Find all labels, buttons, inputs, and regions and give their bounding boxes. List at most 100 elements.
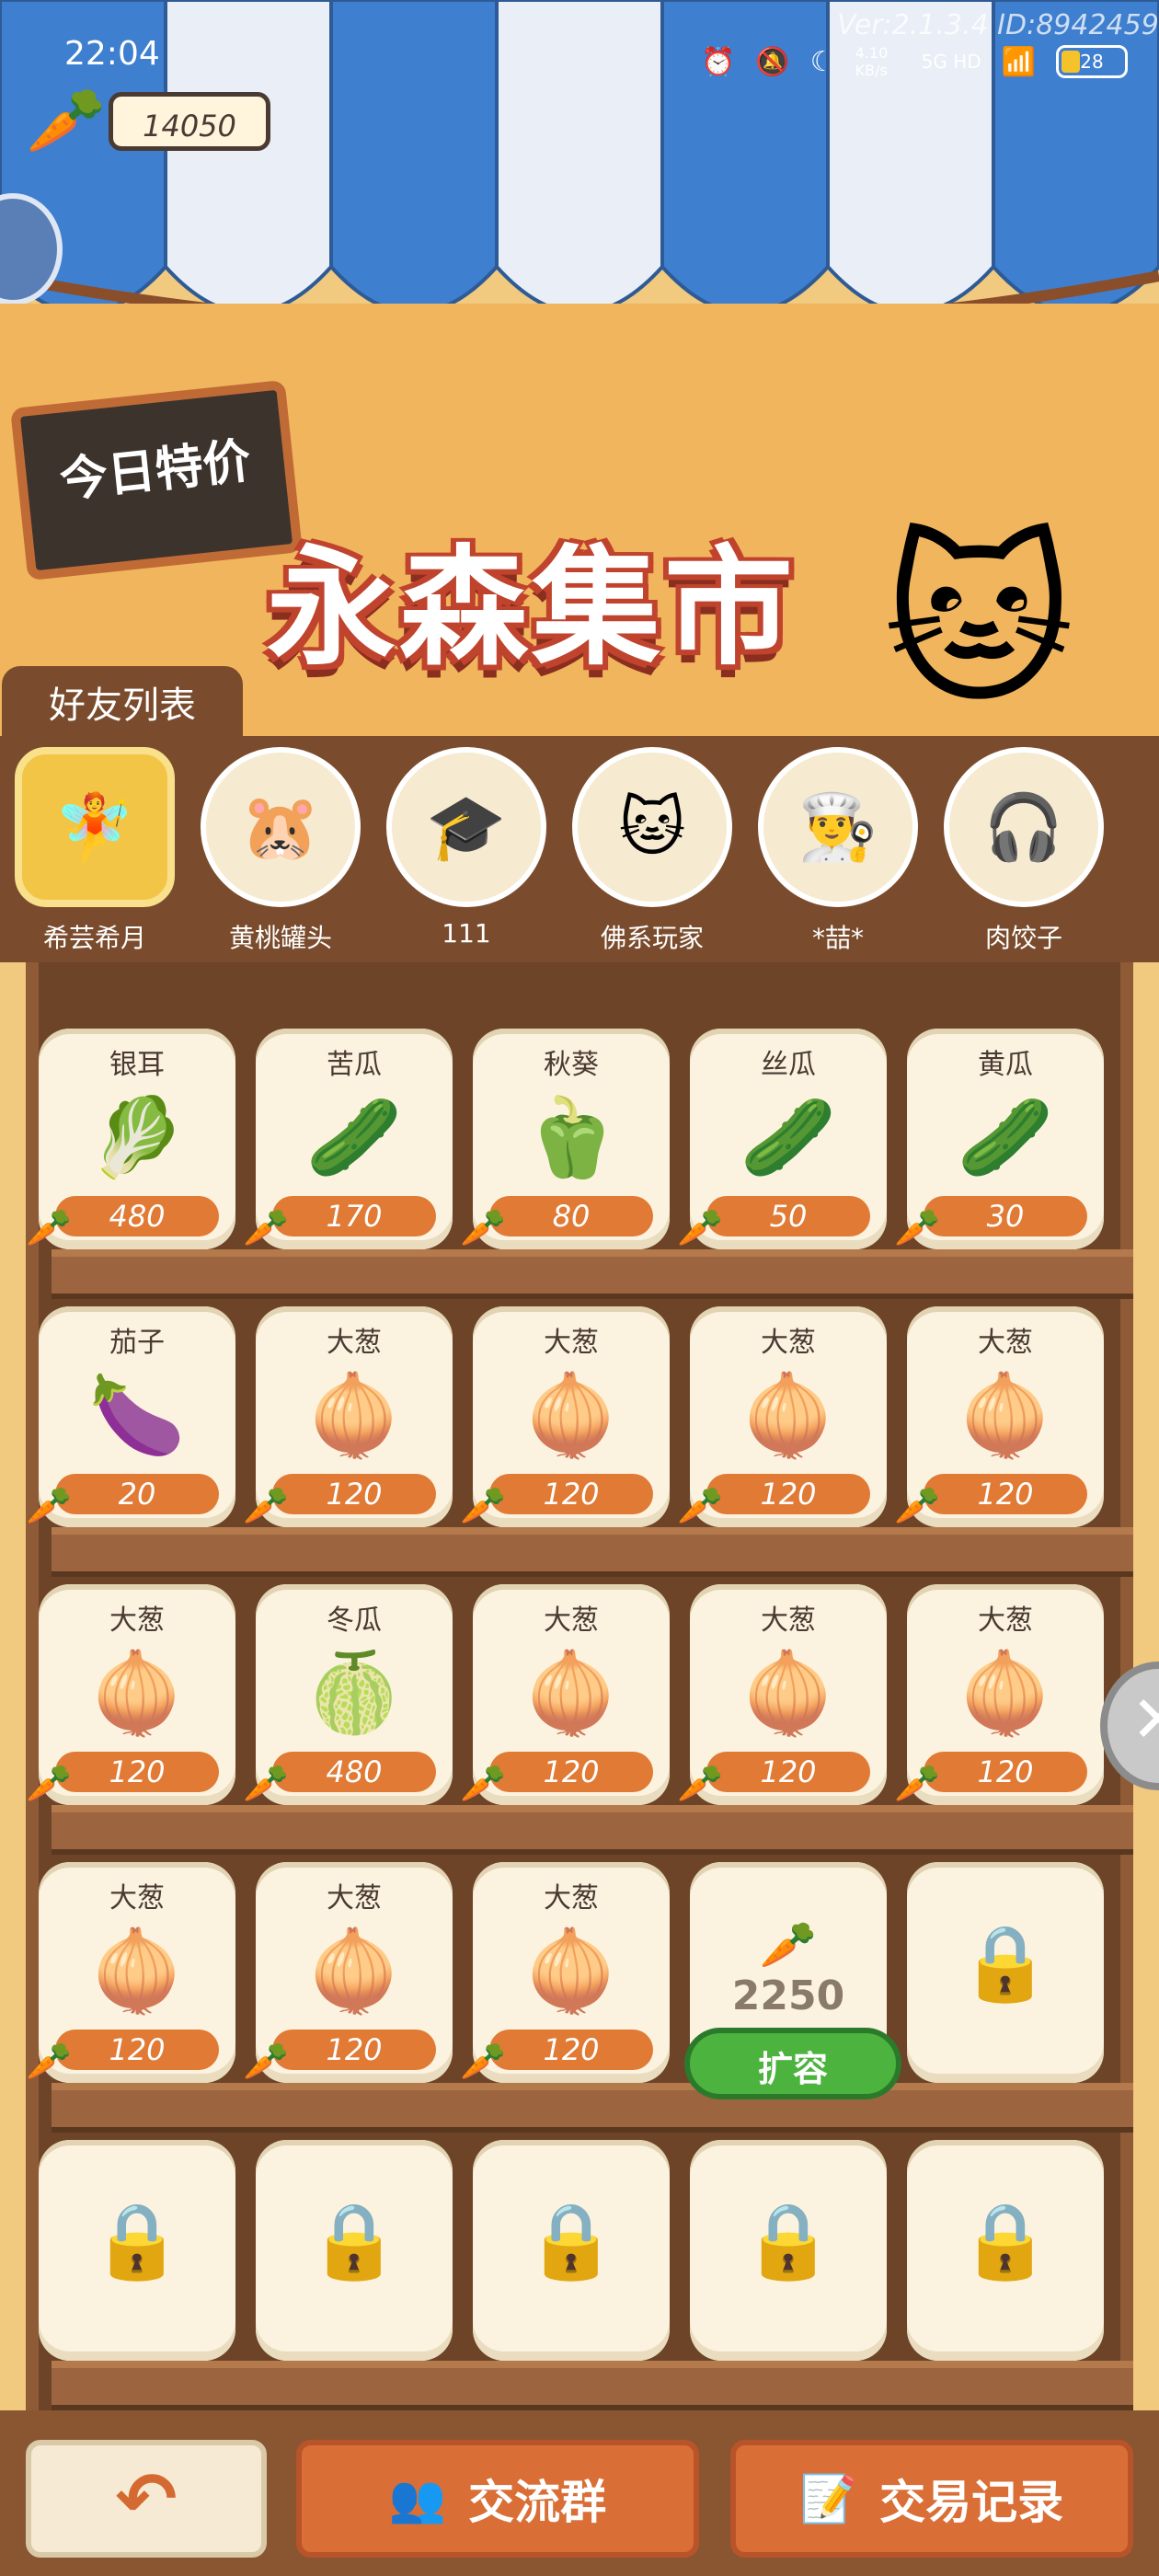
- carrot-icon: 🥕: [460, 1485, 506, 1527]
- locked-slot[interactable]: 🔒: [256, 2140, 453, 2361]
- produce-price: 120: [924, 1752, 1087, 1792]
- produce-slot[interactable]: 大葱 🧅 120 🥕: [460, 1306, 670, 1527]
- produce-icon: 🫑: [522, 1092, 620, 1182]
- produce-slot[interactable]: 大葱 🧅 120 🥕: [460, 1584, 670, 1805]
- locked-slot[interactable]: 🔒: [907, 1862, 1104, 2083]
- produce-slot[interactable]: 秋葵 🫑 80 🥕: [460, 1029, 670, 1249]
- produce-name: 冬瓜: [327, 1604, 382, 1637]
- carrot-amount: 14050: [109, 92, 270, 151]
- shelf-plank: [52, 1527, 1133, 1577]
- trade-records-button[interactable]: 📝 交易记录: [730, 2440, 1133, 2558]
- produce-price: 120: [55, 2030, 219, 2070]
- produce-name: 大葱: [761, 1327, 816, 1359]
- cat-mascot-icon: 🐱: [883, 515, 1075, 730]
- daily-special-sign[interactable]: 今日特价: [9, 379, 304, 581]
- speed-text: 4.10 KB/s: [855, 44, 889, 79]
- battery-level: 28: [1080, 51, 1104, 73]
- produce-slot[interactable]: 大葱 🧅 120 🥕: [243, 1306, 453, 1527]
- produce-slot[interactable]: 大葱 🧅 120 🥕: [26, 1584, 235, 1805]
- alarm-icon: ⏰: [701, 45, 736, 78]
- avatar: 👨‍🍳: [758, 747, 918, 907]
- mute-icon: 🔕: [755, 45, 790, 78]
- market-title: 永森集市: [267, 534, 798, 684]
- back-arrow-icon: ↶: [115, 2455, 178, 2542]
- produce-slot[interactable]: 银耳 🥬 480 🥕: [26, 1029, 235, 1249]
- produce-name: 大葱: [544, 1327, 599, 1359]
- carrot-icon: 🥕: [26, 1485, 72, 1527]
- carrot-icon: 🥕: [460, 1763, 506, 1805]
- friend-item[interactable]: 🐹 黄桃罐头: [193, 747, 368, 959]
- produce-icon: 🧅: [305, 1370, 403, 1460]
- produce-name: 大葱: [978, 1604, 1033, 1637]
- produce-icon: 🧅: [957, 1648, 1054, 1738]
- carrot-icon: 🥕: [460, 1207, 506, 1249]
- produce-icon: 🧅: [740, 1648, 837, 1738]
- wifi-icon: 📶: [1001, 45, 1037, 78]
- friend-item[interactable]: 🧚 希芸希月: [7, 747, 182, 959]
- produce-icon: 🧅: [522, 1648, 620, 1738]
- avatar: 🧚: [15, 747, 175, 907]
- produce-slot[interactable]: 大葱 🧅 120 🥕: [460, 1862, 670, 2083]
- produce-name: 大葱: [109, 1882, 165, 1915]
- produce-slot[interactable]: 苦瓜 🥒 170 🥕: [243, 1029, 453, 1249]
- locked-slot[interactable]: 🔒: [690, 2140, 887, 2361]
- produce-price: 480: [272, 1752, 436, 1792]
- produce-name: 茄子: [109, 1327, 165, 1359]
- locked-slot[interactable]: 🔒: [907, 2140, 1104, 2361]
- battery-icon: 28: [1056, 45, 1129, 78]
- moon-icon: ☾: [809, 45, 835, 78]
- produce-icon: 🥒: [305, 1092, 403, 1182]
- friend-item[interactable]: 👨‍🍳 *喆*: [751, 747, 925, 959]
- carrot-balance[interactable]: 🥕 14050: [26, 83, 270, 160]
- market-shelf: 银耳 🥬 480 🥕 苦瓜 🥒 170 🥕 秋葵 🫑 80 🥕 丝瓜 🥒 50 🥕 黄瓜…: [26, 962, 1133, 2410]
- friend-name: 111: [442, 918, 491, 949]
- friend-item[interactable]: 🐱 佛系玩家: [565, 747, 740, 959]
- produce-icon: 🧅: [305, 1926, 403, 2016]
- shelf-plank: [52, 2083, 1133, 2133]
- produce-slot[interactable]: 茄子 🍆 20 🥕: [26, 1306, 235, 1527]
- carrot-icon: 🥕: [243, 1763, 289, 1805]
- produce-slot[interactable]: 冬瓜 🍈 480 🥕: [243, 1584, 453, 1805]
- friend-item[interactable]: 🎓 111: [379, 747, 554, 959]
- carrot-icon: 🥕: [677, 1485, 723, 1527]
- carrot-icon: 🥕: [243, 2041, 289, 2083]
- friend-name: *喆*: [811, 923, 864, 953]
- carrot-icon: 🥕: [894, 1763, 940, 1805]
- produce-price: 120: [489, 2030, 653, 2070]
- produce-price: 480: [55, 1196, 219, 1236]
- produce-price: 80: [489, 1196, 653, 1236]
- tab-friends-list[interactable]: 好友列表: [2, 666, 243, 742]
- produce-slot[interactable]: 大葱 🧅 120 🥕: [243, 1862, 453, 2083]
- chat-group-label: 交流群: [468, 2476, 607, 2529]
- produce-name: 丝瓜: [761, 1049, 816, 1081]
- shelf-plank: [52, 1249, 1133, 1299]
- produce-slot[interactable]: 黄瓜 🥒 30 🥕: [894, 1029, 1104, 1249]
- locked-slot[interactable]: 🔒: [473, 2140, 670, 2361]
- produce-price: 120: [272, 1474, 436, 1514]
- produce-slot[interactable]: 大葱 🧅 120 🥕: [677, 1584, 887, 1805]
- produce-icon: 🍈: [305, 1648, 403, 1738]
- carrot-icon: 🥕: [894, 1485, 940, 1527]
- produce-price: 50: [706, 1196, 870, 1236]
- produce-price: 30: [924, 1196, 1087, 1236]
- shelf-plank: [52, 2361, 1133, 2410]
- chat-group-button[interactable]: 👥 交流群: [296, 2440, 699, 2558]
- avatar: 🎧: [944, 747, 1104, 907]
- expand-button[interactable]: 扩容: [684, 2028, 901, 2099]
- carrot-icon: 🥕: [26, 2041, 72, 2083]
- back-button[interactable]: ↶: [26, 2440, 267, 2558]
- produce-slot[interactable]: 大葱 🧅 120 🥕: [677, 1306, 887, 1527]
- produce-icon: 🧅: [88, 1926, 186, 2016]
- friend-name: 肉饺子: [984, 923, 1062, 953]
- locked-slot[interactable]: 🔒: [39, 2140, 235, 2361]
- carrot-icon: 🥕: [677, 1763, 723, 1805]
- produce-icon: 🍆: [88, 1370, 186, 1460]
- produce-icon: 🥬: [88, 1092, 186, 1182]
- produce-name: 大葱: [761, 1604, 816, 1637]
- produce-slot[interactable]: 大葱 🧅 120 🥕: [894, 1306, 1104, 1527]
- friend-item[interactable]: 🎧 肉饺子: [936, 747, 1111, 959]
- produce-slot[interactable]: 大葱 🧅 120 🥕: [894, 1584, 1104, 1805]
- produce-slot[interactable]: 丝瓜 🥒 50 🥕: [677, 1029, 887, 1249]
- produce-slot[interactable]: 大葱 🧅 120 🥕: [26, 1862, 235, 2083]
- friend-name: 希芸希月: [42, 923, 146, 953]
